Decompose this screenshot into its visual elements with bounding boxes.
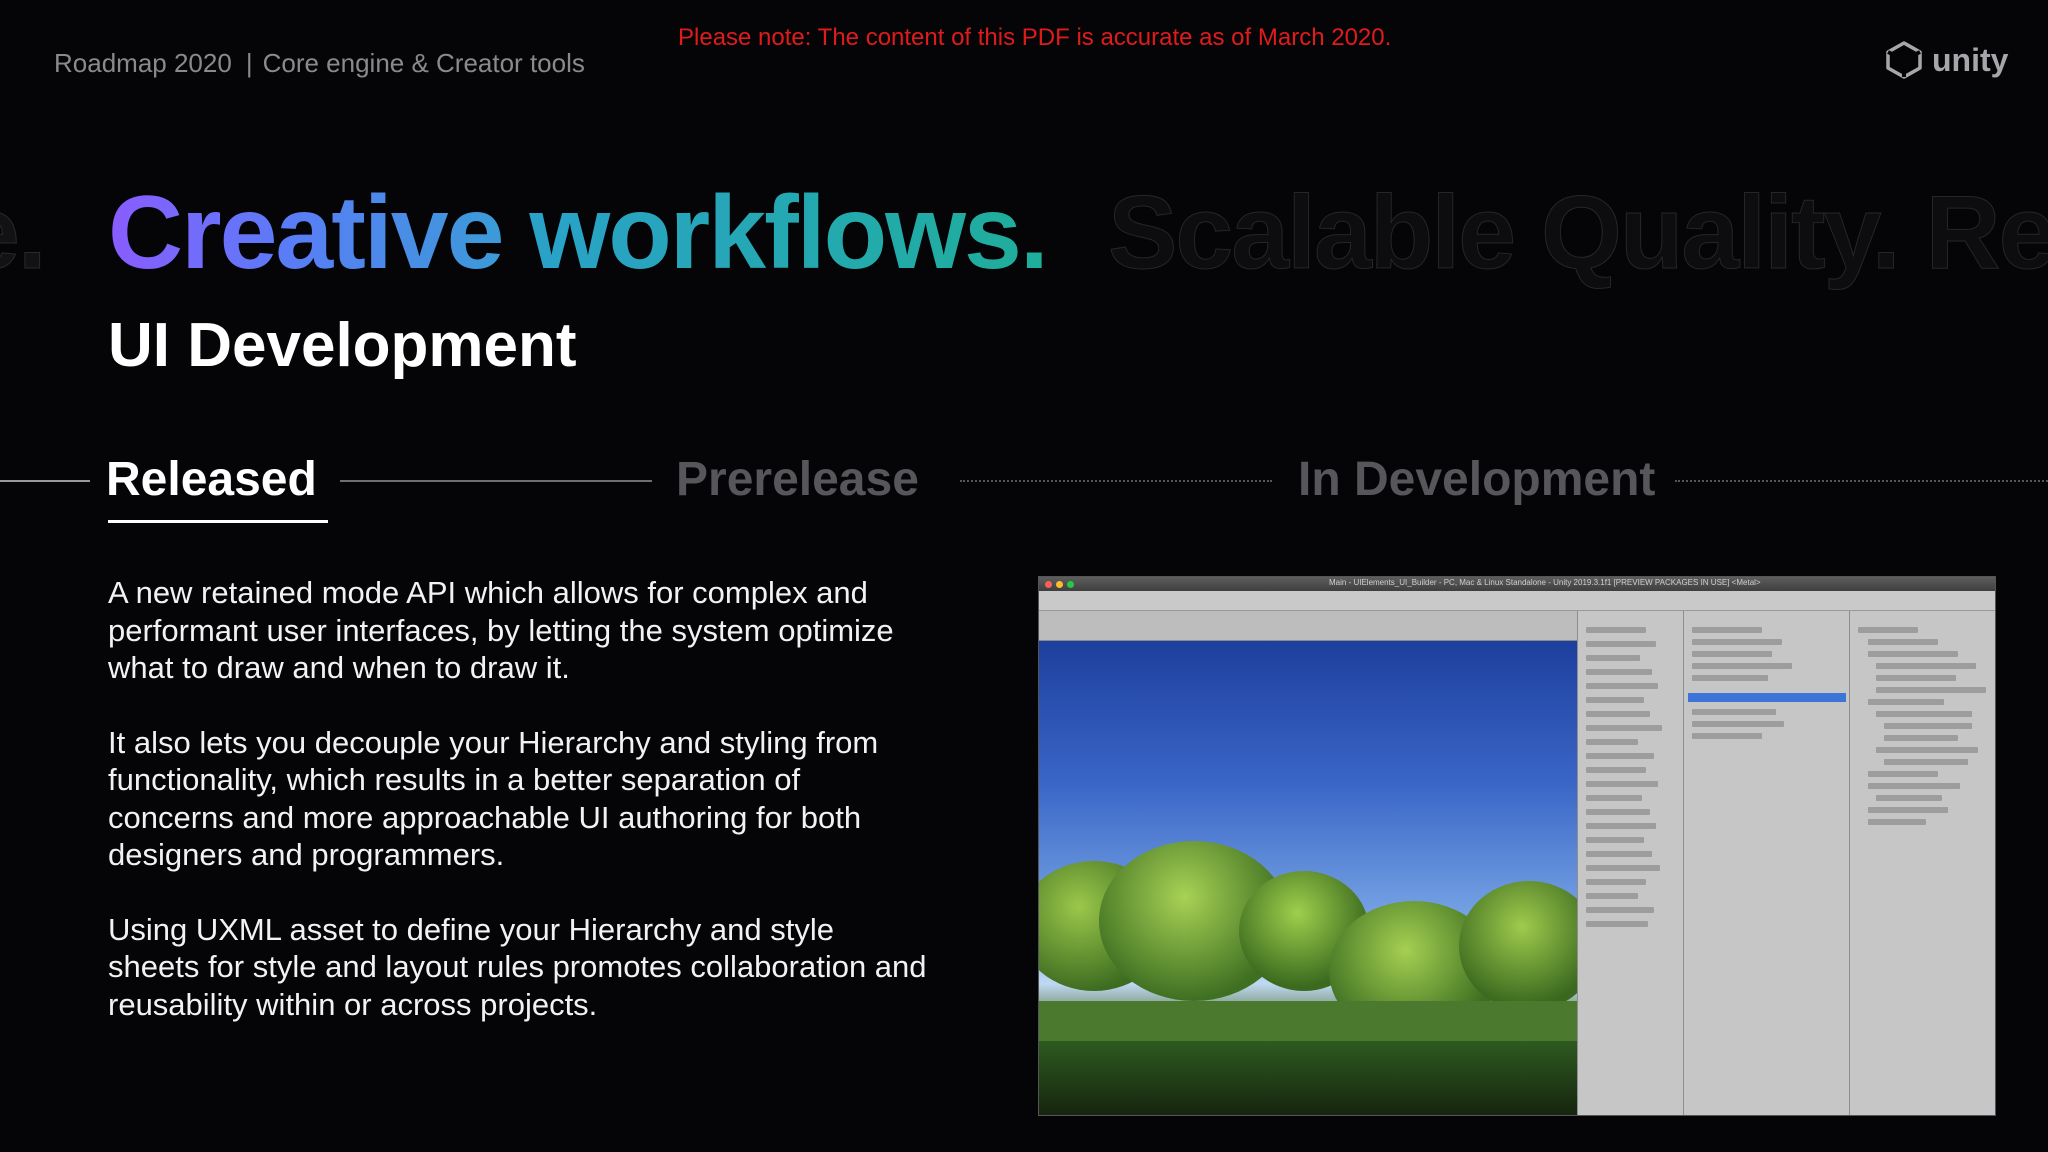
timeline-line-3 bbox=[1675, 480, 2048, 482]
description-paragraph-3: Using UXML asset to define your Hierarch… bbox=[108, 911, 927, 1022]
description-paragraph-1: A new retained mode API which allows for… bbox=[108, 575, 894, 685]
stage-prerelease: Prerelease bbox=[676, 453, 919, 506]
header-separator: | bbox=[245, 48, 253, 78]
stage-timeline: Released Prerelease In Development bbox=[0, 448, 2048, 528]
hero-title-word1: Creative bbox=[108, 175, 504, 291]
unity-cube-icon bbox=[1886, 41, 1922, 79]
maximize-dot-icon bbox=[1067, 581, 1074, 588]
deck-title: Roadmap 2020 bbox=[54, 48, 232, 78]
scene-view bbox=[1039, 641, 1577, 1115]
editor-titlebar: Main - UIElements_UI_Builder - PC, Mac &… bbox=[1039, 577, 1995, 591]
stage-active-underline bbox=[108, 520, 328, 523]
timeline-line-1 bbox=[340, 480, 652, 482]
deck-header: Roadmap 2020 | Core engine & Creator tools bbox=[54, 48, 585, 79]
editor-toolbar bbox=[1039, 591, 1995, 611]
scene-grass bbox=[1039, 1001, 1577, 1041]
close-dot-icon bbox=[1045, 581, 1052, 588]
unity-editor-screenshot: Main - UIElements_UI_Builder - PC, Mac &… bbox=[1038, 576, 1996, 1116]
project-folders-panel bbox=[1577, 611, 1683, 1115]
hero-title: Creative workflows. bbox=[108, 175, 1049, 291]
deck-section: Core engine & Creator tools bbox=[262, 48, 585, 78]
description: A new retained mode API which allows for… bbox=[108, 574, 928, 1060]
accuracy-notice: Please note: The content of this PDF is … bbox=[678, 24, 1392, 51]
hero-banner: e. Creative workflows. Scalable Quality.… bbox=[0, 175, 2048, 291]
unity-logo: unity bbox=[1884, 40, 2008, 80]
description-paragraph-2: It also lets you decouple your Hierarchy… bbox=[108, 724, 879, 873]
scene-tabs bbox=[1039, 611, 1577, 641]
page-subtitle: UI Development bbox=[108, 311, 577, 380]
timeline-line-start bbox=[0, 480, 90, 482]
hero-ghost-right: Scalable Quality. Re bbox=[1107, 175, 2048, 291]
hero-ghost-left: e. bbox=[0, 175, 47, 291]
stage-in-development: In Development bbox=[1298, 453, 1656, 506]
selected-asset-row bbox=[1688, 693, 1846, 702]
editor-window-title: Main - UIElements_UI_Builder - PC, Mac &… bbox=[1329, 578, 1761, 587]
logo-text: unity bbox=[1932, 41, 2009, 78]
hierarchy-panel bbox=[1849, 611, 1995, 1115]
scene-ground bbox=[1039, 1041, 1577, 1115]
stage-released: Released bbox=[106, 453, 317, 506]
hero-title-word2: workflows. bbox=[529, 175, 1048, 291]
minimize-dot-icon bbox=[1056, 581, 1063, 588]
timeline-line-2 bbox=[960, 480, 1272, 482]
project-assets-panel bbox=[1683, 611, 1849, 1115]
